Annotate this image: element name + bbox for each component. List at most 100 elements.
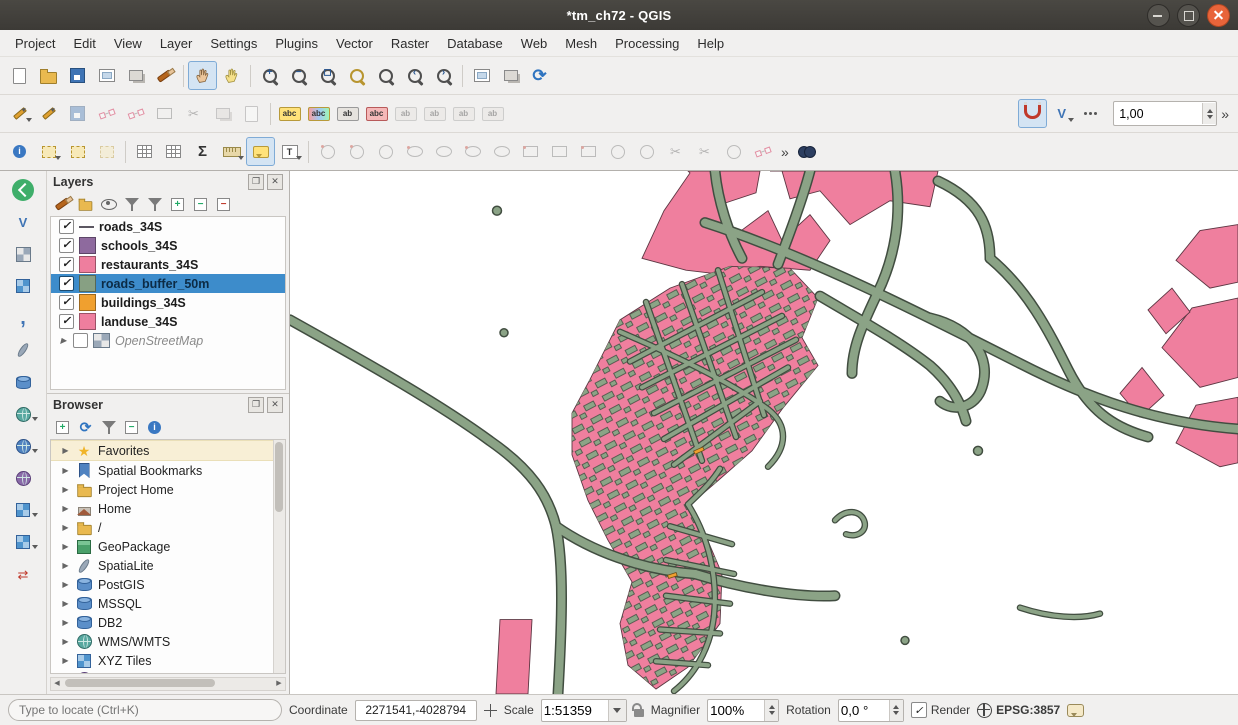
expand-icon[interactable]: ▶	[61, 523, 70, 532]
menu-view[interactable]: View	[105, 33, 151, 54]
rotation-input[interactable]	[839, 701, 889, 720]
snapping-tolerance-stepper[interactable]	[1202, 103, 1216, 124]
pan-to-selection-button[interactable]	[217, 61, 246, 90]
refresh-map-button[interactable]: ⟳	[525, 61, 554, 90]
current-edits-button[interactable]	[5, 99, 34, 128]
select-features-button[interactable]	[34, 137, 63, 166]
layer-row-buildings_34S[interactable]: ✓ buildings_34S	[51, 293, 285, 312]
layer-row-roads_buffer_50m[interactable]: ✓ roads_buffer_50m	[51, 274, 285, 293]
identify-features-button[interactable]: i	[5, 137, 34, 166]
tracing-button[interactable]	[1076, 99, 1105, 128]
add-mesh-layer-button[interactable]	[8, 273, 38, 299]
add-wfs-layer-button[interactable]	[8, 433, 38, 459]
open-layer-styling-button[interactable]	[52, 194, 73, 215]
advanced-digitizing-button[interactable]: V	[1047, 99, 1076, 128]
snapping-options-button[interactable]	[1018, 99, 1047, 128]
layers-panel-close-button[interactable]: ✕	[267, 174, 283, 190]
extents-toggle-icon[interactable]	[484, 704, 497, 717]
menu-raster[interactable]: Raster	[382, 33, 438, 54]
coordinate-input[interactable]	[355, 700, 477, 721]
split-parts-button[interactable]: ✂	[690, 137, 719, 166]
menu-processing[interactable]: Processing	[606, 33, 688, 54]
layer-checkbox[interactable]: ✓	[59, 314, 74, 329]
highlight-pinned-labels-button[interactable]: abc	[362, 99, 391, 128]
select-by-expression-button[interactable]	[63, 137, 92, 166]
layer-diagram-button[interactable]: abc	[304, 99, 333, 128]
new-map-view-button[interactable]	[467, 61, 496, 90]
open-attribute-table-button[interactable]	[130, 137, 159, 166]
rectangle-center-button[interactable]	[516, 137, 545, 166]
layout-manager-button[interactable]	[121, 61, 150, 90]
add-group-button[interactable]	[75, 194, 96, 215]
merge-features-button[interactable]	[719, 137, 748, 166]
change-label-button[interactable]: ab	[449, 99, 478, 128]
metasearch-button[interactable]	[793, 137, 822, 166]
add-spatialite-layer-button[interactable]	[8, 337, 38, 363]
manage-map-themes-button[interactable]	[98, 194, 119, 215]
browser-panel-close-button[interactable]: ✕	[267, 397, 283, 413]
browser-item-home[interactable]: ▶ Home	[51, 499, 285, 518]
rotate-label-button[interactable]: ab	[420, 99, 449, 128]
locate-input[interactable]	[8, 699, 282, 721]
scale-input[interactable]	[542, 701, 608, 720]
add-wms-layer-button[interactable]	[8, 401, 38, 427]
split-features-button[interactable]: ✂	[661, 137, 690, 166]
layer-checkbox[interactable]: ✓	[59, 276, 74, 291]
expand-icon[interactable]: ▶	[61, 561, 70, 570]
add-selected-layers-button[interactable]: +	[52, 417, 73, 438]
menu-vector[interactable]: Vector	[327, 33, 382, 54]
menu-layer[interactable]: Layer	[151, 33, 202, 54]
remove-layer-button[interactable]: −	[213, 194, 234, 215]
layer-row-landuse_34S[interactable]: ✓ landuse_34S	[51, 312, 285, 331]
layer-checkbox[interactable]: ✓	[59, 295, 74, 310]
new-print-layout-button[interactable]	[92, 61, 121, 90]
add-postgis-layer-button[interactable]	[8, 369, 38, 395]
delete-selected-button[interactable]	[150, 99, 179, 128]
expand-icon[interactable]: ▶	[61, 542, 70, 551]
zoom-in-button[interactable]: +	[255, 61, 284, 90]
map-canvas[interactable]	[290, 171, 1238, 694]
expand-icon[interactable]: ▶	[61, 618, 70, 627]
snapping-tolerance-spinbox[interactable]	[1113, 101, 1217, 126]
browser-vertical-scrollbar[interactable]	[273, 440, 285, 673]
add-wcs-layer-button[interactable]	[8, 465, 38, 491]
rectangle-extent-button[interactable]	[545, 137, 574, 166]
lock-scale-icon[interactable]	[634, 709, 644, 717]
deselect-all-button[interactable]	[92, 137, 121, 166]
menu-edit[interactable]: Edit	[64, 33, 104, 54]
expand-icon[interactable]: ▶	[61, 599, 70, 608]
render-checkbox[interactable]: ✓	[911, 702, 927, 718]
expand-icon[interactable]: ▶	[61, 637, 70, 646]
pan-map-button[interactable]	[188, 61, 217, 90]
cut-features-button[interactable]: ✂	[179, 99, 208, 128]
render-toggle[interactable]: ✓ Render	[911, 702, 970, 718]
rotation-stepper[interactable]	[889, 700, 903, 721]
save-project-button[interactable]	[63, 61, 92, 90]
messages-icon[interactable]	[1067, 704, 1084, 717]
menu-plugins[interactable]: Plugins	[266, 33, 327, 54]
layer-row-openstreetmap[interactable]: ▶ OpenStreetMap	[51, 331, 285, 350]
layer-checkbox[interactable]: ✓	[59, 219, 74, 234]
browser-item-project-home[interactable]: ▶ Project Home	[51, 480, 285, 499]
open-project-button[interactable]	[34, 61, 63, 90]
scale-combobox[interactable]	[541, 699, 627, 722]
layer-row-restaurants_34S[interactable]: ✓ restaurants_34S	[51, 255, 285, 274]
circle-center-point-button[interactable]	[371, 137, 400, 166]
browser-horizontal-scrollbar[interactable]: ◀▶	[50, 677, 286, 691]
layers-panel-float-button[interactable]: ❐	[248, 174, 264, 190]
collapse-all-button[interactable]: −	[190, 194, 211, 215]
ellipse-center-2points-button[interactable]	[400, 137, 429, 166]
curved-label-button[interactable]: ab	[478, 99, 507, 128]
add-raster-layer-button[interactable]	[8, 241, 38, 267]
measure-button[interactable]	[217, 137, 246, 166]
browser-panel-float-button[interactable]: ❐	[248, 397, 264, 413]
magnifier-stepper[interactable]	[764, 700, 778, 721]
ellipse-extent-button[interactable]	[458, 137, 487, 166]
map-tips-button[interactable]	[246, 137, 275, 166]
menu-web[interactable]: Web	[512, 33, 557, 54]
layer-labeling-button[interactable]: abc	[275, 99, 304, 128]
data-source-manager-button[interactable]	[8, 177, 38, 203]
maximize-button[interactable]	[1177, 4, 1200, 27]
browser-item-postgis[interactable]: ▶ PostGIS	[51, 575, 285, 594]
field-calculator-button[interactable]	[159, 137, 188, 166]
